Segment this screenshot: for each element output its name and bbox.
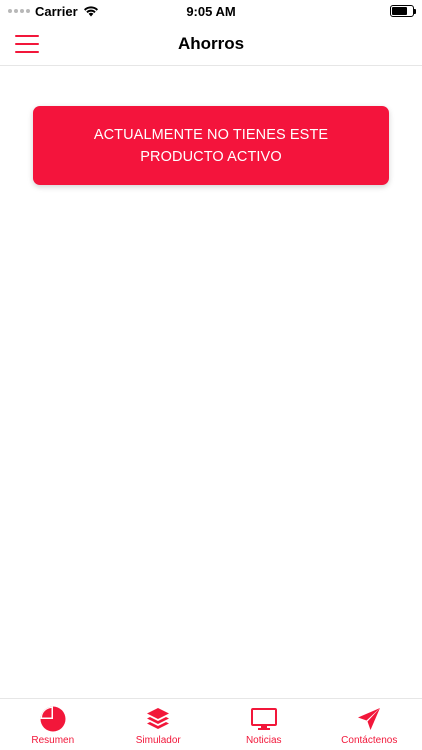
tab-contactenos[interactable]: Contáctenos <box>317 699 422 746</box>
pie-chart-icon <box>39 705 67 733</box>
wifi-icon <box>83 6 98 17</box>
tab-label: Resumen <box>31 735 75 746</box>
hamburger-menu-icon[interactable] <box>15 35 39 53</box>
tab-label: Simulador <box>135 735 181 746</box>
status-left: Carrier <box>8 4 99 19</box>
app-screen: Carrier 9:05 AM Ahorros ACTUALMENTE NO T… <box>0 0 422 750</box>
tab-bar: Resumen Simulador Noticias Contáctenos <box>0 698 422 750</box>
product-inactive-banner: ACTUALMENTE NO TIENES ESTE PRODUCTO ACTI… <box>33 106 389 185</box>
paper-plane-icon <box>355 705 383 733</box>
page-title: Ahorros <box>177 33 245 53</box>
navigation-bar: Ahorros <box>0 22 422 66</box>
battery-level <box>392 7 407 15</box>
tab-label: Contáctenos <box>341 735 398 746</box>
tab-label: Noticias <box>245 735 282 746</box>
tab-noticias[interactable]: Noticias <box>211 699 316 746</box>
tab-simulador[interactable]: Simulador <box>106 699 211 746</box>
layers-icon <box>144 705 172 733</box>
tab-resumen[interactable]: Resumen <box>0 699 105 746</box>
monitor-icon <box>250 705 278 733</box>
carrier-name: Carrier <box>35 3 78 19</box>
battery-icon <box>390 5 416 17</box>
banner-message: ACTUALMENTE NO TIENES ESTE PRODUCTO ACTI… <box>93 126 329 165</box>
signal-strength-icon <box>8 9 30 13</box>
status-bar: Carrier 9:05 AM <box>0 0 422 22</box>
